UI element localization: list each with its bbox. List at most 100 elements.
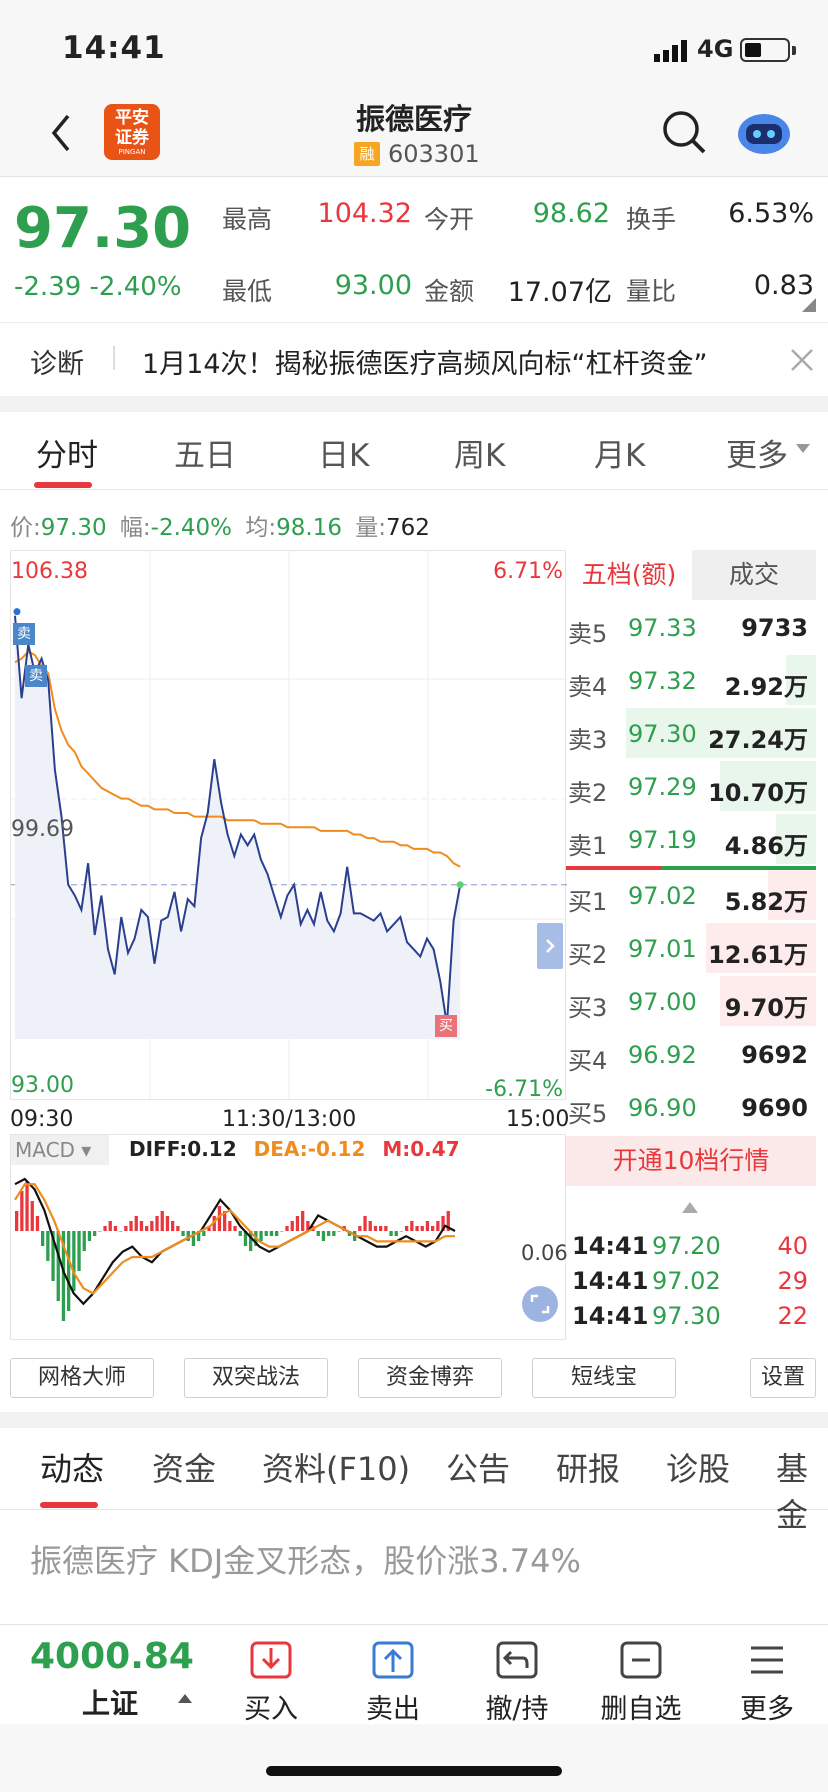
macd-scale: 0.06 xyxy=(521,1241,568,1265)
divider xyxy=(113,346,115,370)
macd-bar xyxy=(145,1226,149,1231)
news-headline[interactable]: 振德医疗 KDJ金叉形态，股价涨3.74% xyxy=(30,1536,581,1582)
macd-bar xyxy=(373,1226,378,1231)
capital-game-button[interactable]: 资金博弈 xyxy=(358,1358,502,1398)
fullscreen-icon[interactable] xyxy=(521,1285,559,1323)
trade-tick-row: 14:41 97.02 29 xyxy=(572,1267,808,1295)
sell-button[interactable]: 卖出 xyxy=(338,1640,448,1726)
macd-bar xyxy=(35,1216,40,1231)
macd-canvas xyxy=(14,1177,456,1321)
y-min-label: 93.00 xyxy=(11,1073,74,1098)
close-icon[interactable] xyxy=(790,348,814,372)
macd-selector[interactable]: MACD ▾ xyxy=(11,1135,109,1165)
minus-box-icon xyxy=(620,1641,662,1679)
buy-marker: 买 xyxy=(435,1015,457,1037)
back-arrow-icon[interactable] xyxy=(46,110,76,156)
tab-f10[interactable]: 资料(F10) xyxy=(262,1444,410,1490)
macd-bar xyxy=(20,1191,24,1231)
home-indicator[interactable] xyxy=(266,1766,562,1776)
index-name[interactable]: 上证 xyxy=(82,1682,138,1722)
broker-logo: 平安 证券 PINGAN xyxy=(104,104,160,160)
pct-min-label: -6.71% xyxy=(485,1077,563,1102)
stock-name-title: 振德医疗 xyxy=(355,102,472,136)
volume-ratio-label: 量比 xyxy=(626,277,677,306)
turnover-label: 换手 xyxy=(626,205,677,234)
open-ten-levels-button[interactable]: 开通10档行情 xyxy=(566,1136,816,1186)
macd-bar xyxy=(285,1226,289,1231)
buy-level-row: 买1 97.02 5.82万 xyxy=(566,868,816,922)
crosshair-info: 价:97.30 幅:-2.40% 均:98.16 量:762 xyxy=(10,515,430,541)
macd-bar xyxy=(363,1216,367,1231)
search-icon[interactable] xyxy=(660,108,708,156)
tab-news[interactable]: 动态 xyxy=(40,1444,104,1490)
time-mid: 11:30/13:00 xyxy=(222,1107,357,1132)
open-value: 98.62 xyxy=(532,198,610,229)
trade-tick-row: 14:41 97.30 22 xyxy=(572,1302,808,1330)
expand-corner-icon[interactable] xyxy=(802,298,816,312)
tab-monthly-k[interactable]: 月K xyxy=(594,430,645,475)
macd-bar xyxy=(119,1231,123,1232)
macd-bar xyxy=(358,1226,362,1231)
collapse-triangle-icon[interactable] xyxy=(682,1202,698,1214)
macd-bar xyxy=(46,1231,50,1261)
macd-bar xyxy=(56,1231,60,1301)
index-switch-icon[interactable] xyxy=(178,1694,192,1704)
macd-bar xyxy=(410,1221,414,1231)
tab-capital[interactable]: 资金 xyxy=(152,1444,216,1490)
sell-level-row: 卖4 97.32 2.92万 xyxy=(566,653,816,707)
dea-line xyxy=(14,1183,455,1295)
tab-more[interactable]: 更多 xyxy=(726,430,788,475)
tab-intraday[interactable]: 分时 xyxy=(36,430,98,475)
diagnosis-label: 诊断 xyxy=(30,349,84,380)
macd-bar xyxy=(165,1216,170,1231)
macd-bar xyxy=(399,1231,404,1232)
macd-bar xyxy=(301,1211,305,1231)
grid-master-button[interactable]: 网格大师 xyxy=(10,1358,154,1398)
dropdown-triangle-icon xyxy=(796,444,810,453)
sell-level-row: 卖3 97.30 27.24万 xyxy=(566,706,816,760)
tab-daily-k[interactable]: 日K xyxy=(318,430,369,475)
high-label: 最高 xyxy=(222,205,273,234)
macd-bar xyxy=(171,1221,175,1231)
tab-trades[interactable]: 成交 xyxy=(692,550,816,600)
tab-weekly-k[interactable]: 周K xyxy=(454,430,505,475)
diagnosis-text[interactable]: 1月14次！揭秘振德医疗高频风向标“杠杆资金” xyxy=(142,342,708,381)
tab-research[interactable]: 研报 xyxy=(556,1444,620,1490)
pct-max-label: 6.71% xyxy=(493,559,563,584)
robot-assistant-icon[interactable] xyxy=(736,108,792,156)
network-label: 4G xyxy=(697,35,734,63)
margin-badge: 融 xyxy=(354,142,380,166)
macd-bar xyxy=(389,1231,393,1236)
tab-five-levels[interactable]: 五档(额) xyxy=(566,550,692,600)
tab-announcements[interactable]: 公告 xyxy=(446,1444,510,1490)
tab-fund[interactable]: 基金 xyxy=(776,1444,828,1536)
macd-values: DIFF:0.12 DEA:-0.12 M:0.47 xyxy=(129,1137,460,1161)
macd-bar xyxy=(290,1221,294,1231)
macd-bar xyxy=(228,1221,232,1231)
cancel-hold-button[interactable]: 撤/持 xyxy=(462,1640,572,1726)
amount-label: 金额 xyxy=(424,277,475,306)
double-breakout-button[interactable]: 双突战法 xyxy=(184,1358,328,1398)
index-value[interactable]: 4000.84 xyxy=(30,1636,194,1677)
status-time: 14:41 xyxy=(62,30,166,66)
macd-bar xyxy=(41,1231,45,1246)
macd-bar xyxy=(202,1231,206,1236)
expand-orderbook-handle[interactable] xyxy=(537,923,563,969)
macd-bar xyxy=(280,1231,284,1232)
buy-button[interactable]: 买入 xyxy=(216,1640,326,1726)
price-change: -2.39 -2.40% xyxy=(14,272,182,302)
tab-diagnosis[interactable]: 诊股 xyxy=(666,1444,730,1490)
remove-watchlist-button[interactable]: 删自选 xyxy=(586,1640,696,1726)
tab-five-day[interactable]: 五日 xyxy=(174,430,236,475)
short-term-button[interactable]: 短线宝 xyxy=(532,1358,676,1398)
macd-bar xyxy=(139,1221,144,1231)
macd-bar xyxy=(327,1231,331,1236)
macd-panel[interactable]: MACD ▾ DIFF:0.12 DEA:-0.12 M:0.47 0.06 xyxy=(10,1134,568,1340)
macd-bar xyxy=(98,1231,102,1232)
macd-bar xyxy=(394,1231,398,1236)
chart-canvas xyxy=(11,551,567,1101)
intraday-chart[interactable]: 106.38 99.69 93.00 6.71% -6.71% 卖 卖 买 xyxy=(10,550,567,1102)
macd-bar xyxy=(108,1221,112,1231)
settings-button[interactable]: 设置 xyxy=(750,1358,816,1398)
more-button[interactable]: 更多 xyxy=(712,1640,822,1726)
